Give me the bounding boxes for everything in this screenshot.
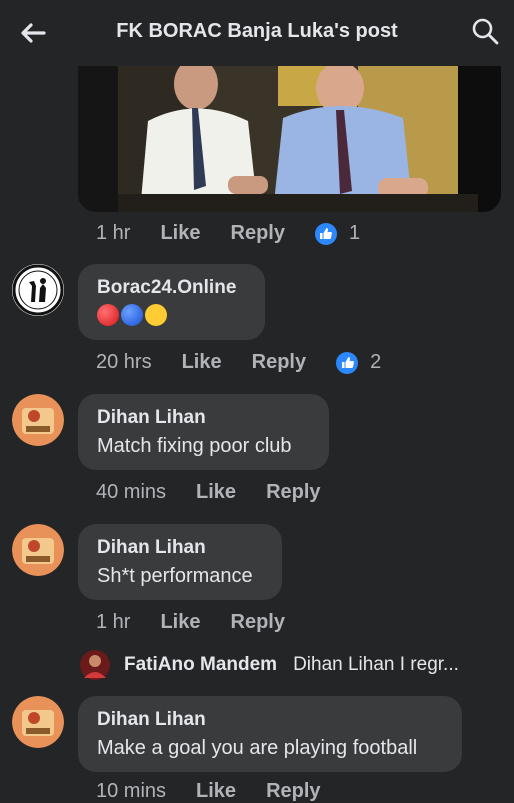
comment-author[interactable]: Borac24.Online bbox=[97, 276, 246, 300]
reply-preview[interactable]: FatiAno Mandem Dihan Lihan I regr... bbox=[80, 650, 459, 680]
like-button[interactable]: Like bbox=[182, 351, 222, 374]
video-thumbnail[interactable] bbox=[78, 66, 501, 212]
top-bar: FK BORAC Banja Luka's post bbox=[0, 0, 514, 64]
emoji-text bbox=[97, 304, 246, 326]
page-title: FK BORAC Banja Luka's post bbox=[116, 20, 398, 42]
saluting-face-icon bbox=[145, 304, 167, 326]
like-icon bbox=[314, 222, 337, 245]
comment-bubble[interactable]: Dihan Lihan Make a goal you are playing … bbox=[78, 696, 462, 772]
comment-author[interactable]: Dihan Lihan bbox=[97, 406, 310, 430]
comment-meta: 1 hr Like Reply bbox=[96, 611, 315, 634]
post-meta: 1 hr Like Reply 1 bbox=[96, 222, 360, 245]
reply-button[interactable]: Reply bbox=[266, 481, 320, 504]
search-icon[interactable] bbox=[470, 16, 500, 46]
comment-meta: 20 hrs Like Reply 2 bbox=[96, 351, 381, 374]
comment-bubble[interactable]: Dihan Lihan Sh*t performance bbox=[78, 524, 282, 600]
like-button[interactable]: Like bbox=[160, 611, 200, 634]
like-icon bbox=[336, 351, 359, 374]
comment-text: Sh*t performance bbox=[97, 565, 253, 587]
reaction-number: 2 bbox=[370, 351, 382, 373]
comment-author[interactable]: Dihan Lihan bbox=[97, 536, 263, 560]
reaction-number: 1 bbox=[348, 222, 361, 244]
like-button[interactable]: Like bbox=[196, 481, 236, 504]
comment-text: Make a goal you are playing football bbox=[97, 737, 418, 759]
avatar[interactable] bbox=[12, 696, 64, 748]
reply-button[interactable]: Reply bbox=[252, 351, 306, 374]
blue-circle-icon bbox=[121, 304, 143, 326]
reply-button[interactable]: Reply bbox=[231, 222, 285, 245]
like-button[interactable]: Like bbox=[160, 222, 200, 245]
reply-button[interactable]: Reply bbox=[231, 611, 285, 634]
reaction-count[interactable]: 1 bbox=[314, 222, 361, 245]
comment-meta: 40 mins Like Reply bbox=[96, 481, 351, 504]
reply-text: Dihan Lihan I regr... bbox=[293, 654, 459, 675]
timestamp: 40 mins bbox=[96, 481, 167, 503]
reply-author[interactable]: FatiAno Mandem bbox=[124, 654, 277, 676]
red-circle-icon bbox=[97, 304, 119, 326]
comment-bubble[interactable]: Dihan Lihan Match fixing poor club bbox=[78, 394, 329, 470]
timestamp: 1 hr bbox=[96, 222, 131, 244]
timestamp: 1 hr bbox=[96, 611, 131, 633]
comment-text: Match fixing poor club bbox=[97, 435, 292, 457]
comment-bubble[interactable]: Borac24.Online bbox=[78, 264, 265, 340]
reaction-count[interactable]: 2 bbox=[336, 351, 381, 374]
avatar[interactable] bbox=[12, 264, 64, 316]
avatar[interactable] bbox=[12, 524, 64, 576]
avatar[interactable] bbox=[12, 394, 64, 446]
comment-author[interactable]: Dihan Lihan bbox=[97, 708, 443, 732]
timestamp: 20 hrs bbox=[96, 351, 152, 373]
avatar[interactable] bbox=[80, 650, 110, 680]
